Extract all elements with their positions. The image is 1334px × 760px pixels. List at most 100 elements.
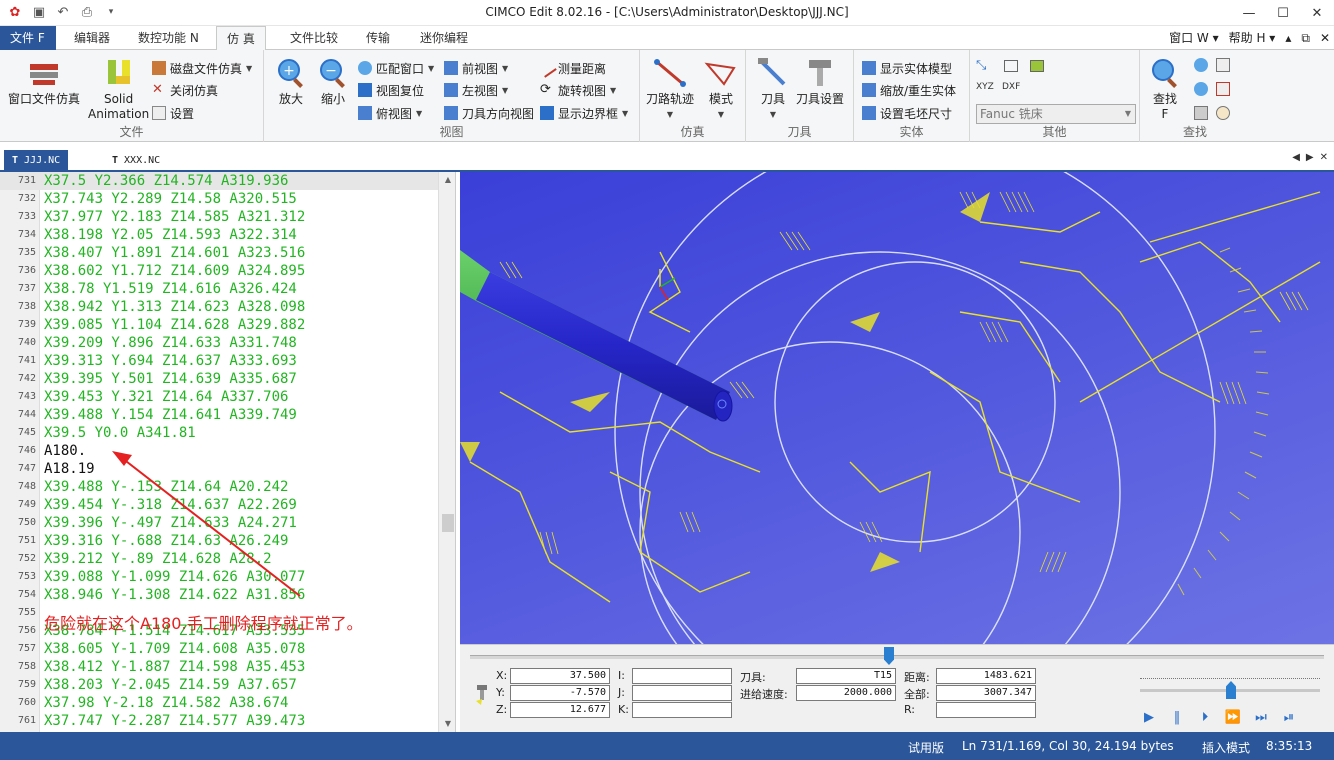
grid-icon[interactable]: [1004, 60, 1018, 72]
tool-setup-button[interactable]: 刀具设置: [796, 56, 844, 107]
code-line[interactable]: 737 X38.78 Y1.519 Z14.616 A326.424: [0, 280, 438, 298]
tool-direction-view-button[interactable]: 刀具方向视图: [444, 103, 534, 123]
zoom-in-button[interactable]: + 放大: [274, 56, 308, 107]
run-to-end-button[interactable]: ⏯: [1280, 709, 1298, 725]
settings-button[interactable]: 设置: [152, 103, 194, 123]
code-line[interactable]: 759 X38.203 Y-2.045 Z14.59 A37.657: [0, 676, 438, 694]
image-icon[interactable]: [1030, 60, 1044, 72]
zoom-out-button[interactable]: − 缩小: [316, 56, 350, 107]
doc-tab-xxx[interactable]: T XXX.NC: [104, 150, 168, 170]
code-line[interactable]: 741 X39.313 Y.694 Z14.637 A333.693: [0, 352, 438, 370]
menu-window[interactable]: 窗口 W ▾: [1169, 26, 1219, 50]
code-line[interactable]: 733 X37.977 Y2.183 Z14.585 A321.312: [0, 208, 438, 226]
xyz-icon[interactable]: XYZ: [976, 82, 994, 92]
close-doc-button[interactable]: ✕: [1320, 26, 1330, 50]
tab-file-compare[interactable]: 文件比较: [280, 26, 348, 50]
maximize-button[interactable]: ☐: [1266, 0, 1300, 26]
show-bounding-box-button[interactable]: 显示边界框 ▼: [540, 103, 628, 123]
scroll-up-icon[interactable]: ▲: [439, 172, 455, 188]
code-line[interactable]: 749 X39.454 Y-.318 Z14.637 A22.269: [0, 496, 438, 514]
code-line[interactable]: 761 X37.747 Y-2.287 Z14.577 A39.473: [0, 712, 438, 730]
code-line[interactable]: 754 X38.946 Y-1.308 Z14.622 A31.856: [0, 586, 438, 604]
editor-scrollbar[interactable]: ▲ ▼: [438, 172, 455, 732]
code-line[interactable]: 743 X39.453 Y.321 Z14.64 A337.706: [0, 388, 438, 406]
top-view-button[interactable]: 俯视图 ▼: [358, 103, 422, 123]
code-line[interactable]: 744 X39.488 Y.154 Z14.641 A339.749: [0, 406, 438, 424]
code-line[interactable]: 739 X39.085 Y1.104 Z14.628 A329.882: [0, 316, 438, 334]
code-line[interactable]: 750 X39.396 Y-.497 Z14.633 A24.271: [0, 514, 438, 532]
machine-select[interactable]: Fanuc 铣床 ▼: [976, 104, 1136, 124]
code-line[interactable]: 731 X37.5 Y2.366 Z14.574 A319.936: [0, 172, 438, 190]
code-line[interactable]: 748 X39.488 Y-.153 Z14.64 A20.242: [0, 478, 438, 496]
position-slider[interactable]: [470, 655, 1324, 659]
dxf-icon[interactable]: DXF: [1002, 82, 1020, 92]
toolpath-button[interactable]: 刀路轨迹 ▼: [646, 56, 694, 122]
tab-nc-functions[interactable]: 数控功能 N: [128, 26, 209, 50]
tab-close-icon[interactable]: ✕: [1320, 152, 1328, 163]
code-line[interactable]: 734 X38.198 Y2.05 Z14.593 A322.314: [0, 226, 438, 244]
bookmark-icon[interactable]: [1216, 58, 1230, 72]
bookmark-next-icon[interactable]: [1216, 82, 1230, 96]
simulation-viewport[interactable]: [460, 172, 1334, 644]
code-line[interactable]: 751 X39.316 Y-.688 Z14.63 A26.249: [0, 532, 438, 550]
tab-file[interactable]: 文件 F: [0, 26, 56, 50]
close-sim-button[interactable]: ✕ 关闭仿真: [152, 80, 218, 100]
code-line[interactable]: 732 X37.743 Y2.289 Z14.58 A320.515: [0, 190, 438, 208]
tab-simulation[interactable]: 仿 真: [216, 26, 266, 51]
code-line[interactable]: 746 A180.: [0, 442, 438, 460]
code-line[interactable]: 758 X38.412 Y-1.887 Z14.598 A35.453: [0, 658, 438, 676]
front-view-button[interactable]: 前视图 ▼: [444, 58, 508, 78]
find-next-icon[interactable]: [1194, 58, 1208, 72]
code-line[interactable]: 736 X38.602 Y1.712 Z14.609 A324.895: [0, 262, 438, 280]
step-forward-button[interactable]: ⏵: [1196, 709, 1214, 725]
doc-tab-jjj[interactable]: T JJJ.NC: [4, 150, 69, 170]
minimize-button[interactable]: —: [1232, 0, 1266, 26]
fit-window-button[interactable]: 匹配窗口 ▼: [358, 58, 434, 78]
scroll-down-icon[interactable]: ▼: [439, 716, 455, 732]
collapse-ribbon-button[interactable]: ▴: [1285, 26, 1291, 50]
zoom-regen-solid-button[interactable]: 缩放/重生实体: [862, 80, 956, 100]
solid-animation-button[interactable]: Solid Animation: [88, 56, 149, 122]
tool-button[interactable]: 刀具 ▼: [756, 56, 790, 122]
tab-mini-programming[interactable]: 迷你编程: [410, 26, 478, 50]
tab-prev-icon[interactable]: ◀: [1292, 152, 1300, 163]
tab-next-icon[interactable]: ▶: [1306, 152, 1314, 163]
tab-editor[interactable]: 编辑器: [64, 26, 120, 50]
compass-icon[interactable]: [1216, 106, 1230, 120]
measure-distance-button[interactable]: 测量距离: [537, 58, 606, 78]
code-line[interactable]: 738 X38.942 Y1.313 Z14.623 A328.098: [0, 298, 438, 316]
window-file-sim-button[interactable]: 窗口文件仿真: [8, 56, 80, 107]
code-line[interactable]: 747 A18.19: [0, 460, 438, 478]
nc-editor[interactable]: 731 X37.5 Y2.366 Z14.574 A319.936 732 X37.7…: [0, 172, 456, 732]
code-line[interactable]: 760 X37.98 Y-2.18 Z14.582 A38.674: [0, 694, 438, 712]
corner-arrow-icon[interactable]: ⤡: [976, 58, 986, 73]
left-view-button[interactable]: 左视图 ▼: [444, 80, 508, 100]
set-stock-size-button[interactable]: 设置毛坯尺寸: [862, 103, 952, 123]
find-button[interactable]: 查找 F: [1148, 56, 1182, 122]
close-button[interactable]: ✕: [1300, 0, 1334, 26]
restore-doc-button[interactable]: ⧉: [1301, 26, 1310, 50]
code-line[interactable]: 757 X38.605 Y-1.709 Z14.608 A35.078: [0, 640, 438, 658]
code-line[interactable]: 752 X39.212 Y-.89 Z14.628 A28.2: [0, 550, 438, 568]
speed-slider-thumb[interactable]: [1226, 681, 1236, 699]
code-line[interactable]: 742 X39.395 Y.501 Z14.639 A335.687: [0, 370, 438, 388]
goto-icon[interactable]: [1194, 106, 1208, 120]
disk-file-sim-button[interactable]: 磁盘文件仿真 ▼: [152, 58, 252, 78]
find-replace-icon[interactable]: [1194, 82, 1208, 96]
menu-help[interactable]: 帮助 H ▾: [1229, 26, 1276, 50]
fast-forward-button[interactable]: ⏩: [1224, 709, 1242, 725]
tab-transfer[interactable]: 传输: [356, 26, 400, 50]
code-line[interactable]: 753 X39.088 Y-1.099 Z14.626 A30.077: [0, 568, 438, 586]
position-slider-thumb[interactable]: [884, 647, 894, 665]
pause-button[interactable]: ‖: [1168, 709, 1186, 725]
code-line[interactable]: 735 X38.407 Y1.891 Z14.601 A323.516: [0, 244, 438, 262]
show-solid-model-button[interactable]: 显示实体模型: [862, 58, 952, 78]
view-reset-button[interactable]: 视图复位: [358, 80, 424, 100]
scrollbar-thumb[interactable]: [442, 514, 454, 532]
play-button[interactable]: ▶: [1140, 709, 1158, 725]
mode-button[interactable]: 模式 ▼: [704, 56, 738, 122]
code-line[interactable]: 745 X39.5 Y0.0 A341.81: [0, 424, 438, 442]
rotate-view-button[interactable]: ⟳ 旋转视图 ▼: [540, 80, 616, 100]
code-line[interactable]: 740 X39.209 Y.896 Z14.633 A331.748: [0, 334, 438, 352]
run-to-z-button[interactable]: ⏭: [1252, 709, 1270, 725]
